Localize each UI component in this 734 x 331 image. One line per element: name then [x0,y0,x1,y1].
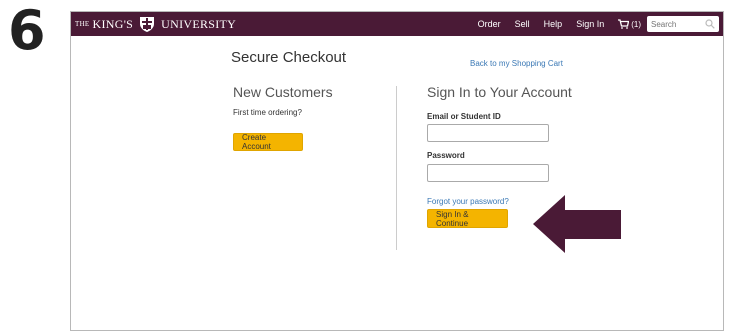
nav-sign-in[interactable]: Sign In [576,19,604,29]
email-label: Email or Student ID [427,112,501,121]
nav-links: Order Sell Help Sign In (1) [478,12,641,36]
logo-name-kings: KING'S [92,16,134,31]
search-icon[interactable] [705,19,715,29]
create-account-button[interactable]: Create Account [233,133,303,151]
nav-sell[interactable]: Sell [515,19,530,29]
email-field[interactable] [427,124,549,142]
sign-in-heading: Sign In to Your Account [427,84,572,100]
new-customers-section: New Customers First time ordering? [233,84,393,117]
cart-icon [618,19,630,29]
university-crest-icon [140,17,155,32]
university-logo[interactable]: THE KING'S UNIVERSITY [75,16,236,32]
password-field[interactable] [427,164,549,182]
column-divider [396,86,397,250]
cart-count: (1) [631,19,641,29]
back-to-cart-link[interactable]: Back to my Shopping Cart [470,59,563,68]
nav-help[interactable]: Help [544,19,563,29]
top-navigation-bar: THE KING'S UNIVERSITY Order Sell Help Si… [71,12,723,36]
page-title: Secure Checkout [231,49,347,66]
nav-order[interactable]: Order [478,19,501,29]
logo-prefix: THE [75,20,90,28]
forgot-password-link[interactable]: Forgot your password? [427,197,509,206]
new-customers-heading: New Customers [233,84,333,100]
logo-name-university: UNIVERSITY [161,16,237,31]
browser-page: THE KING'S UNIVERSITY Order Sell Help Si… [70,11,724,331]
password-label: Password [427,151,465,160]
sign-in-section: Sign In to Your Account [427,84,627,100]
sign-in-continue-button[interactable]: Sign In & Continue [427,209,508,228]
pointer-arrow-icon [527,191,625,257]
step-number: 6 [8,0,46,62]
cart-link[interactable]: (1) [618,19,641,29]
first-time-text: First time ordering? [233,108,302,117]
